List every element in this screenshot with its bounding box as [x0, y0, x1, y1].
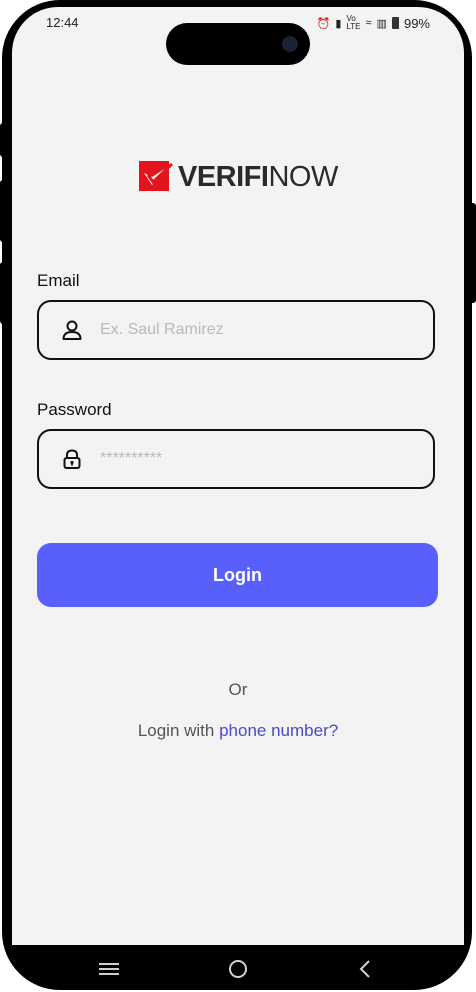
wifi-icon: ≈ [365, 17, 372, 29]
battery-icon [391, 17, 399, 29]
status-time: 12:44 [46, 15, 79, 30]
side-button-top [0, 123, 8, 157]
volte-icon: Vo LTE [346, 14, 361, 31]
alarm-icon: ⏰ [316, 17, 331, 30]
phone-number-login-link[interactable]: phone number? [219, 721, 338, 740]
system-nav-bar [12, 945, 464, 990]
volume-down-button [0, 262, 8, 324]
alt-login-prefix: Login with [137, 721, 220, 740]
logo-text: VERIFINOW [178, 161, 338, 194]
email-field[interactable] [37, 300, 435, 360]
brand-logo: VERIFINOW [138, 155, 348, 199]
camera-island [166, 23, 310, 65]
vibrate-icon: ▮ [335, 17, 342, 30]
password-field[interactable] [37, 429, 435, 489]
email-input[interactable] [98, 320, 402, 340]
checkmark-logo-icon [139, 161, 174, 191]
recent-apps-icon[interactable] [96, 957, 122, 981]
home-icon[interactable] [225, 957, 251, 981]
power-button [468, 203, 476, 303]
logo-text-bold: VERIFI [178, 160, 269, 193]
signal-icon: ▥ [376, 17, 387, 30]
or-divider-text: Or [228, 680, 248, 699]
password-label: Password [37, 400, 112, 419]
screen: 12:44 ⏰ ▮ Vo LTE ≈ ▥ 99% VERIFINOW Email … [12, 7, 464, 945]
volume-up-button [0, 180, 8, 242]
battery-label: 99% [403, 15, 430, 31]
login-button[interactable]: Login [37, 543, 438, 607]
lock-icon [63, 449, 81, 469]
password-input[interactable] [98, 449, 402, 469]
user-icon [62, 320, 82, 340]
front-camera [282, 36, 298, 52]
email-label: Email [37, 271, 80, 290]
status-icons: ⏰ ▮ Vo LTE ≈ ▥ 99% [317, 15, 430, 31]
logo-text-light: NOW [268, 160, 338, 193]
alt-login-row: Login with phone number? [12, 721, 464, 741]
back-icon[interactable] [353, 957, 379, 981]
